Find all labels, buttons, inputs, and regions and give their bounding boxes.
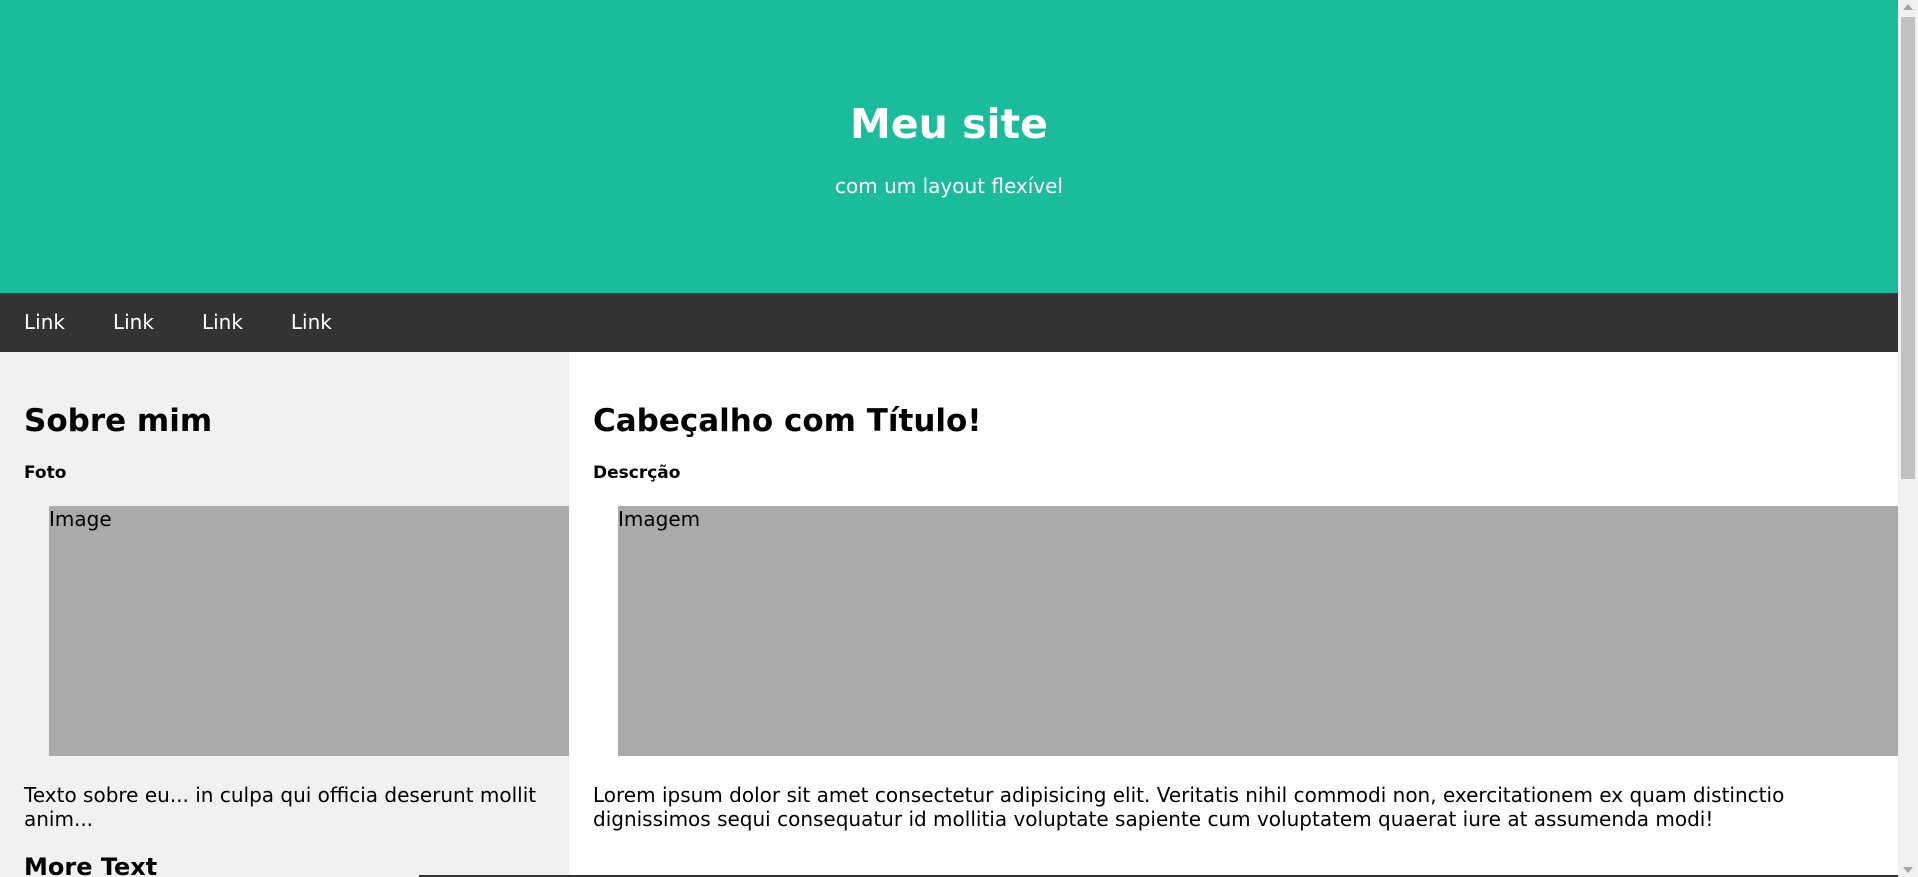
sidebar-title: Sobre mim bbox=[24, 403, 213, 439]
vertical-scrollbar[interactable] bbox=[1898, 0, 1918, 877]
browser-viewport: Meu site com um layout flexível Link Lin… bbox=[0, 0, 1918, 877]
main-subtitle: Descrção bbox=[593, 463, 681, 483]
main-content: Cabeçalho com Título! Descrção Imagem Lo… bbox=[569, 352, 1898, 877]
nav-link-4[interactable]: Link bbox=[267, 293, 356, 352]
sidebar: Sobre mim Foto Image Texto sobre eu... i… bbox=[0, 352, 569, 877]
sidebar-subtitle: Foto bbox=[24, 463, 67, 483]
scroll-down-arrow-icon[interactable] bbox=[1903, 867, 1913, 873]
main-image-placeholder: Imagem bbox=[618, 506, 1898, 756]
main-text: Lorem ipsum dolor sit amet consectetur a… bbox=[593, 783, 1785, 831]
site-header: Meu site com um layout flexível bbox=[0, 0, 1898, 293]
navbar: Link Link Link Link bbox=[0, 293, 1898, 352]
sidebar-image-label: Image bbox=[49, 507, 112, 531]
sidebar-more-title: More Text bbox=[24, 853, 158, 877]
nav-link-1[interactable]: Link bbox=[0, 293, 89, 352]
main-title: Cabeçalho com Título! bbox=[593, 403, 982, 439]
sidebar-image-placeholder: Image bbox=[49, 506, 569, 756]
nav-link-3[interactable]: Link bbox=[178, 293, 267, 352]
main-image-label: Imagem bbox=[618, 507, 701, 531]
site-subtitle: com um layout flexível bbox=[835, 174, 1063, 198]
scroll-up-arrow-icon[interactable] bbox=[1903, 4, 1913, 10]
scrollbar-thumb[interactable] bbox=[1901, 17, 1915, 479]
page: Meu site com um layout flexível Link Lin… bbox=[0, 0, 1898, 877]
nav-link-2[interactable]: Link bbox=[89, 293, 178, 352]
site-title: Meu site bbox=[850, 100, 1048, 148]
content-row: Sobre mim Foto Image Texto sobre eu... i… bbox=[0, 352, 1898, 877]
sidebar-text: Texto sobre eu... in culpa qui officia d… bbox=[24, 783, 537, 831]
